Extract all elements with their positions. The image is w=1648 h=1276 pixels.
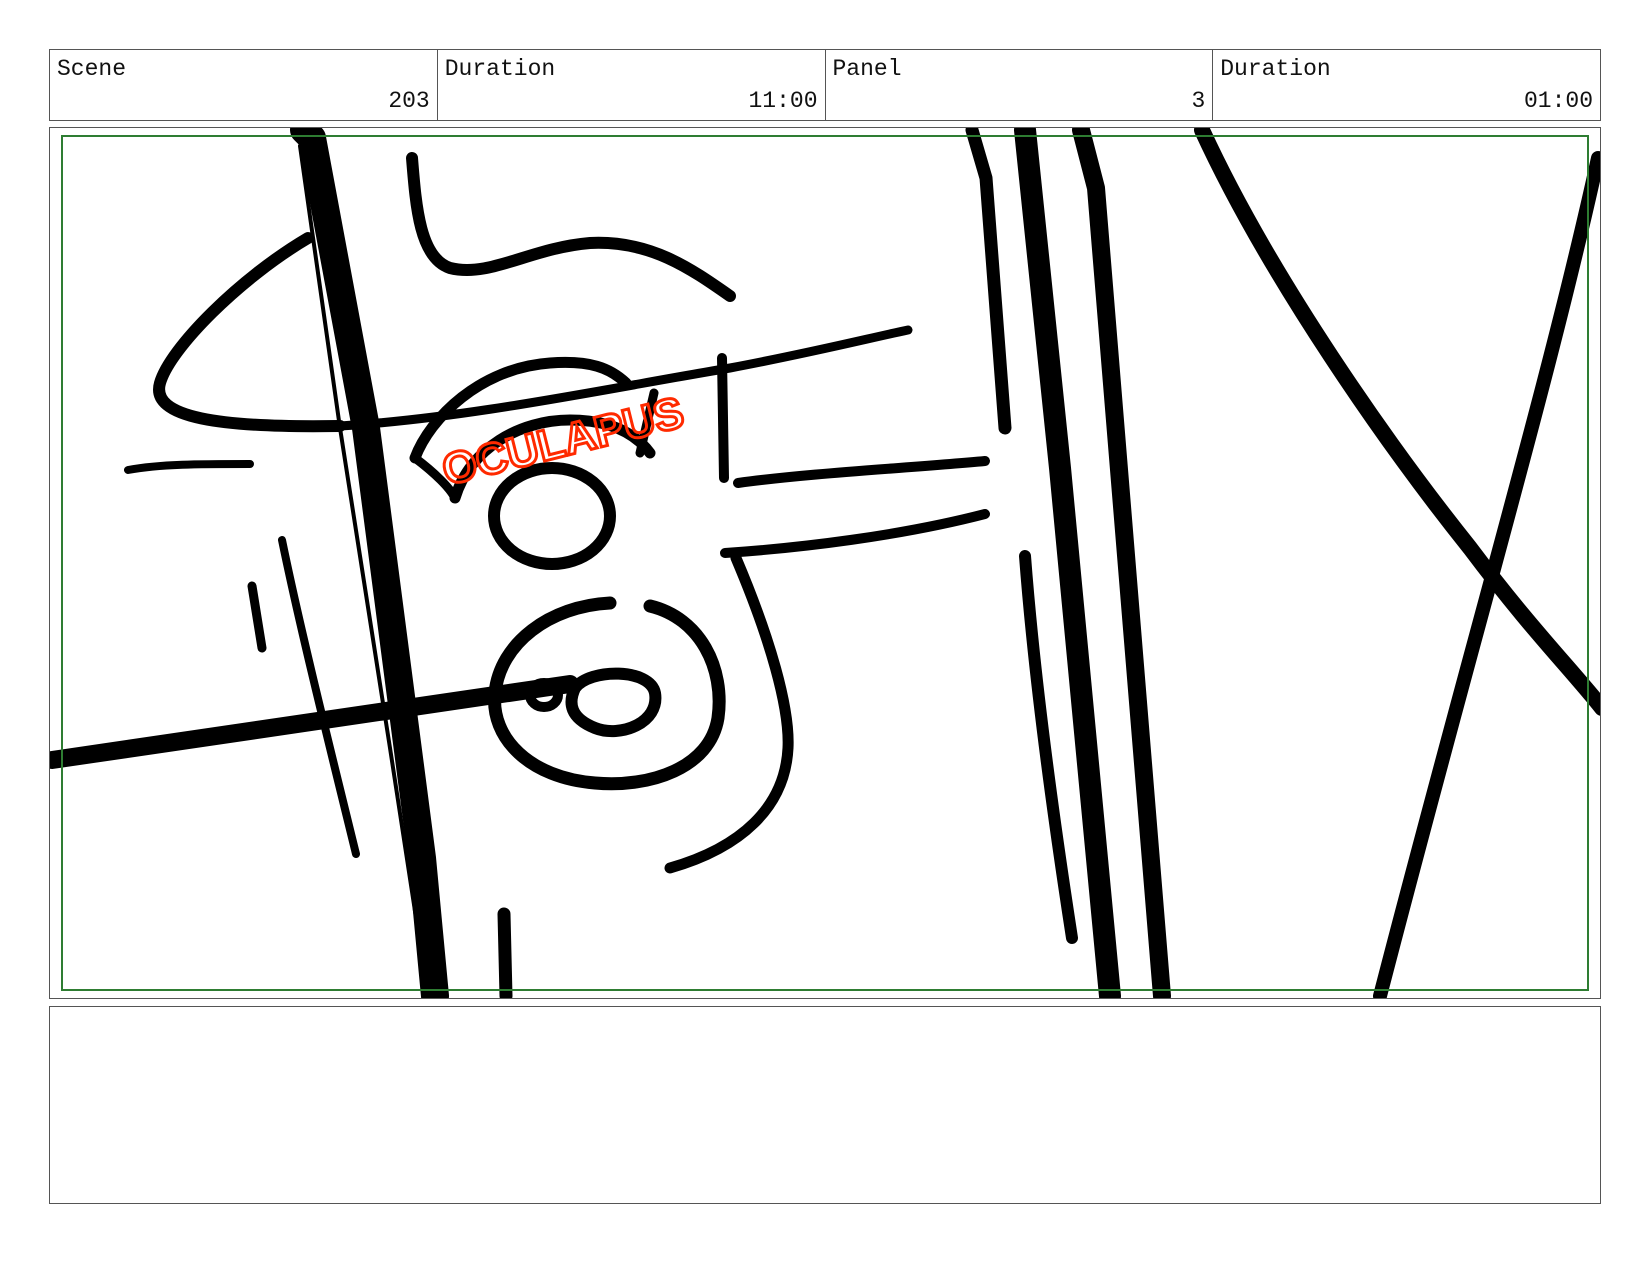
sketch-drawing: OCULAPUS (50, 128, 1600, 998)
sketch-stroke (406, 152, 736, 302)
panel-duration-value: 01:00 (1523, 88, 1593, 114)
panel-duration-cell: Duration 01:00 (1213, 50, 1600, 120)
scene-duration-value: 11:00 (748, 88, 818, 114)
panel-duration-label: Duration (1220, 56, 1331, 82)
panel-cell: Panel 3 (826, 50, 1214, 120)
sketch-stroke (733, 456, 990, 488)
scene-duration-cell: Duration 11:00 (438, 50, 826, 120)
panel-label: Panel (832, 56, 902, 82)
sketch-stroke (720, 509, 990, 558)
sketch-stroke (565, 667, 662, 738)
sketch-stroke (290, 128, 449, 998)
sketch-stroke (965, 128, 1012, 435)
panel-number: 3 (1191, 88, 1206, 114)
sketch-stroke (488, 462, 616, 570)
sketch-annotation: OCULAPUS (437, 388, 688, 495)
sketch-stroke (1373, 151, 1600, 998)
storyboard-header: Scene 203 Duration 11:00 Panel 3 Duratio… (49, 49, 1601, 121)
sketch-stroke (278, 536, 360, 858)
sketch-stroke (298, 144, 430, 998)
scene-cell: Scene 203 (50, 50, 438, 120)
storyboard-panel: OCULAPUS (49, 127, 1601, 999)
sketch-stroke (497, 907, 513, 998)
panel-notes-box[interactable] (49, 1006, 1601, 1204)
sketch-stroke (664, 552, 794, 874)
sketch-stroke (717, 353, 729, 483)
sketch-stroke (153, 232, 346, 433)
sketch-stroke (247, 581, 267, 653)
sketch-stroke (124, 460, 254, 474)
scene-label: Scene (57, 56, 127, 82)
scene-duration-label: Duration (444, 56, 556, 82)
scene-number: 203 (388, 88, 430, 114)
